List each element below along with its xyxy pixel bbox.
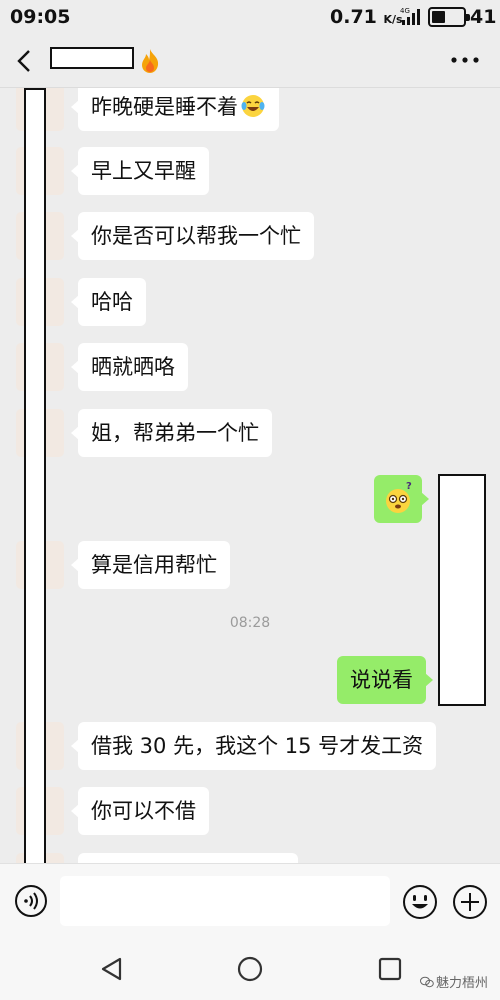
- message-bubble-outgoing[interactable]: ?: [374, 475, 429, 523]
- message-input[interactable]: [60, 876, 390, 926]
- ellipsis-icon[interactable]: [448, 48, 482, 72]
- plus-circle-icon[interactable]: [452, 884, 488, 920]
- signal-icon: 4G: [400, 7, 420, 25]
- square-recents-icon[interactable]: [376, 955, 404, 983]
- message-text: 你是否可以帮我一个忙: [91, 224, 301, 248]
- emoji-smile-icon[interactable]: [402, 884, 438, 920]
- chevron-left-icon[interactable]: [10, 46, 40, 76]
- message-bubble[interactable]: 昨晚硬是睡不着: [71, 88, 279, 131]
- watermark-text: 魅力梧州: [436, 976, 489, 991]
- dizzy-face-emoji-icon: ?: [386, 481, 412, 513]
- message-bubble[interactable]: 算是信用帮忙: [71, 541, 230, 589]
- chat-messages[interactable]: 昨晚硬是睡不着 早上又早醒 你是否可以帮我一个忙 哈哈 晒就晒咯 姐，帮弟弟一个…: [0, 88, 500, 863]
- message-text: 说说看: [350, 668, 413, 692]
- tears-of-joy-emoji-icon: [241, 95, 265, 117]
- message-text: 哈哈: [91, 290, 133, 314]
- message-bubble[interactable]: 哈哈: [71, 278, 146, 326]
- input-bar: [0, 863, 500, 941]
- message-text: 算是信用帮忙: [91, 553, 217, 577]
- chat-header: [0, 34, 500, 88]
- message-bubble[interactable]: 你可以不借: [71, 787, 209, 835]
- message-text: 借我 30 先，我这个 15 号才发工资: [91, 734, 424, 758]
- contact-name-redacted: [50, 47, 134, 69]
- battery-icon: [428, 7, 470, 27]
- message-text: 你可以不借: [91, 799, 196, 823]
- triangle-back-icon[interactable]: [98, 955, 126, 983]
- fire-emoji-icon: [142, 49, 159, 73]
- battery-level: 41: [470, 6, 497, 28]
- redaction-box-avatars: [24, 88, 46, 866]
- message-text: 晒就晒咯: [91, 355, 175, 379]
- circle-home-icon[interactable]: [236, 955, 264, 983]
- message-text: 姐，帮弟弟一个忙: [91, 421, 259, 445]
- message-bubble-outgoing[interactable]: 说说看: [337, 656, 433, 704]
- message-bubble[interactable]: 姐，帮弟弟一个忙: [71, 409, 272, 457]
- message-bubble[interactable]: 借我 30 先，我这个 15 号才发工资: [70, 722, 437, 770]
- message-timestamp: 08:28: [229, 615, 271, 631]
- network-type: 4G: [400, 7, 410, 15]
- message-bubble[interactable]: 晒就晒咯: [71, 343, 188, 391]
- status-bar: 09:05 0.71 K/s 4G 41: [0, 0, 500, 34]
- net-speed-value: 0.71: [330, 6, 377, 28]
- wechat-icon: [420, 976, 434, 988]
- message-bubble-partial[interactable]: [78, 853, 298, 863]
- voice-input-icon[interactable]: [14, 884, 48, 918]
- redaction-box-self-avatar: [438, 474, 486, 706]
- message-text: 早上又早醒: [91, 159, 196, 183]
- message-bubble[interactable]: 你是否可以帮我一个忙: [71, 212, 314, 260]
- svg-text:?: ?: [406, 481, 412, 492]
- net-speed: 0.71 K/s: [330, 6, 403, 28]
- watermark: 魅力梧州: [420, 972, 488, 991]
- status-time: 09:05: [10, 6, 71, 28]
- system-nav-bar: [0, 941, 500, 1000]
- message-text: 昨晚硬是睡不着: [91, 95, 238, 119]
- message-bubble[interactable]: 早上又早醒: [71, 147, 209, 195]
